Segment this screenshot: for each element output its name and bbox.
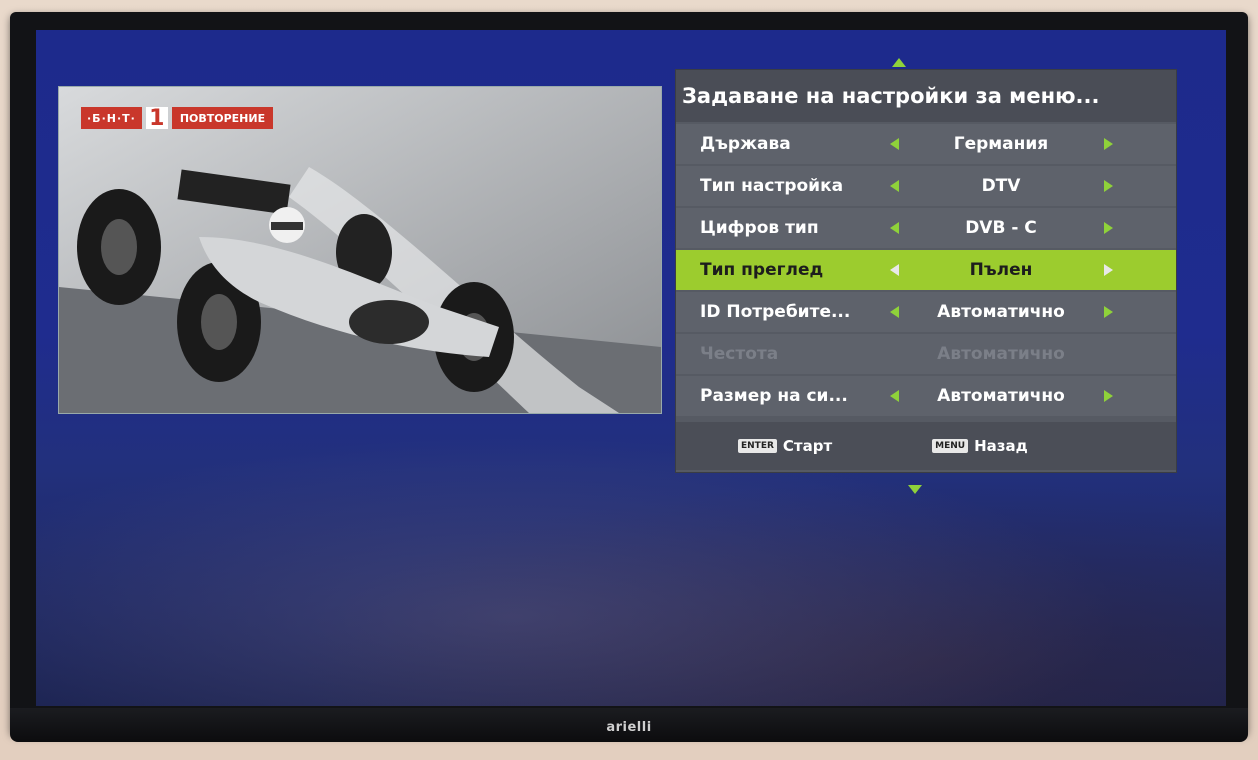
video-preview: ·Б·Н·Т· 1 ПОВТОРЕНИЕ (58, 86, 662, 414)
menu-row-frequency: Честота Автоматично (676, 334, 1176, 374)
start-label: Старт (782, 437, 833, 455)
start-hint[interactable]: ENTER Старт (738, 437, 832, 455)
menu-row-tuning-type[interactable]: Тип настройка DTV (676, 166, 1176, 206)
menu-row-symbol-rate[interactable]: Размер на си... Автоматично (676, 376, 1176, 416)
settings-menu: Задаване на настройки за меню... Държава… (676, 70, 1176, 472)
row-value: Германия (953, 134, 1049, 154)
arrow-left-icon (887, 346, 901, 362)
arrow-right-icon[interactable] (1101, 220, 1115, 236)
menu-row-scan-type[interactable]: Тип преглед Пълен (676, 250, 1176, 290)
arrow-left-icon[interactable] (887, 220, 901, 236)
scroll-up-icon[interactable] (892, 58, 906, 67)
row-value: Автоматично (937, 344, 1065, 364)
channel-logo-number: 1 (145, 106, 168, 131)
menu-row-network-id[interactable]: ID Потребите... Автоматично (676, 292, 1176, 332)
tv-brand-logo: arielli (606, 720, 652, 735)
back-label: Назад (974, 437, 1028, 455)
row-value: DTV (981, 176, 1021, 196)
menu-row-country[interactable]: Държава Германия (676, 124, 1176, 164)
arrow-right-icon[interactable] (1101, 388, 1115, 404)
arrow-right-icon[interactable] (1101, 136, 1115, 152)
row-value: Пълен (969, 260, 1033, 280)
arrow-right-icon[interactable] (1101, 178, 1115, 194)
arrow-left-icon[interactable] (887, 178, 901, 194)
row-label: ID Потребите... (700, 302, 851, 322)
arrow-left-icon[interactable] (887, 304, 901, 320)
arrow-left-icon[interactable] (887, 262, 901, 278)
enter-key-icon: ENTER (738, 439, 777, 453)
arrow-right-icon (1101, 346, 1115, 362)
row-label: Честота (700, 344, 779, 364)
row-label: Цифров тип (700, 218, 819, 238)
row-label: Държава (700, 134, 791, 154)
arrow-left-icon[interactable] (887, 388, 901, 404)
scroll-down-icon[interactable] (908, 485, 922, 494)
row-label: Тип настройка (700, 176, 844, 196)
menu-footer: ENTER Старт MENU Назад (676, 422, 1176, 470)
menu-title: Задаване на настройки за меню... (676, 70, 1176, 122)
tv-screen: ·Б·Н·Т· 1 ПОВТОРЕНИЕ Задаване на настрой… (36, 30, 1226, 706)
menu-row-digital-type[interactable]: Цифров тип DVB - C (676, 208, 1176, 248)
replay-badge: ПОВТОРЕНИЕ (171, 107, 274, 129)
channel-logo-bnt: ·Б·Н·Т· (81, 107, 142, 129)
race-car-image (59, 87, 661, 413)
menu-key-icon: MENU (932, 439, 969, 453)
row-label: Тип преглед (700, 260, 824, 280)
row-value: Автоматично (937, 302, 1065, 322)
arrow-left-icon[interactable] (887, 136, 901, 152)
arrow-right-icon[interactable] (1101, 262, 1115, 278)
tv-bottom-frame: arielli (10, 708, 1248, 742)
back-hint[interactable]: MENU Назад (932, 437, 1028, 455)
row-label: Размер на си... (700, 386, 848, 406)
channel-logo: ·Б·Н·Т· 1 ПОВТОРЕНИЕ (81, 106, 274, 131)
row-value: DVB - C (965, 218, 1037, 238)
row-value: Автоматично (937, 386, 1065, 406)
arrow-right-icon[interactable] (1101, 304, 1115, 320)
